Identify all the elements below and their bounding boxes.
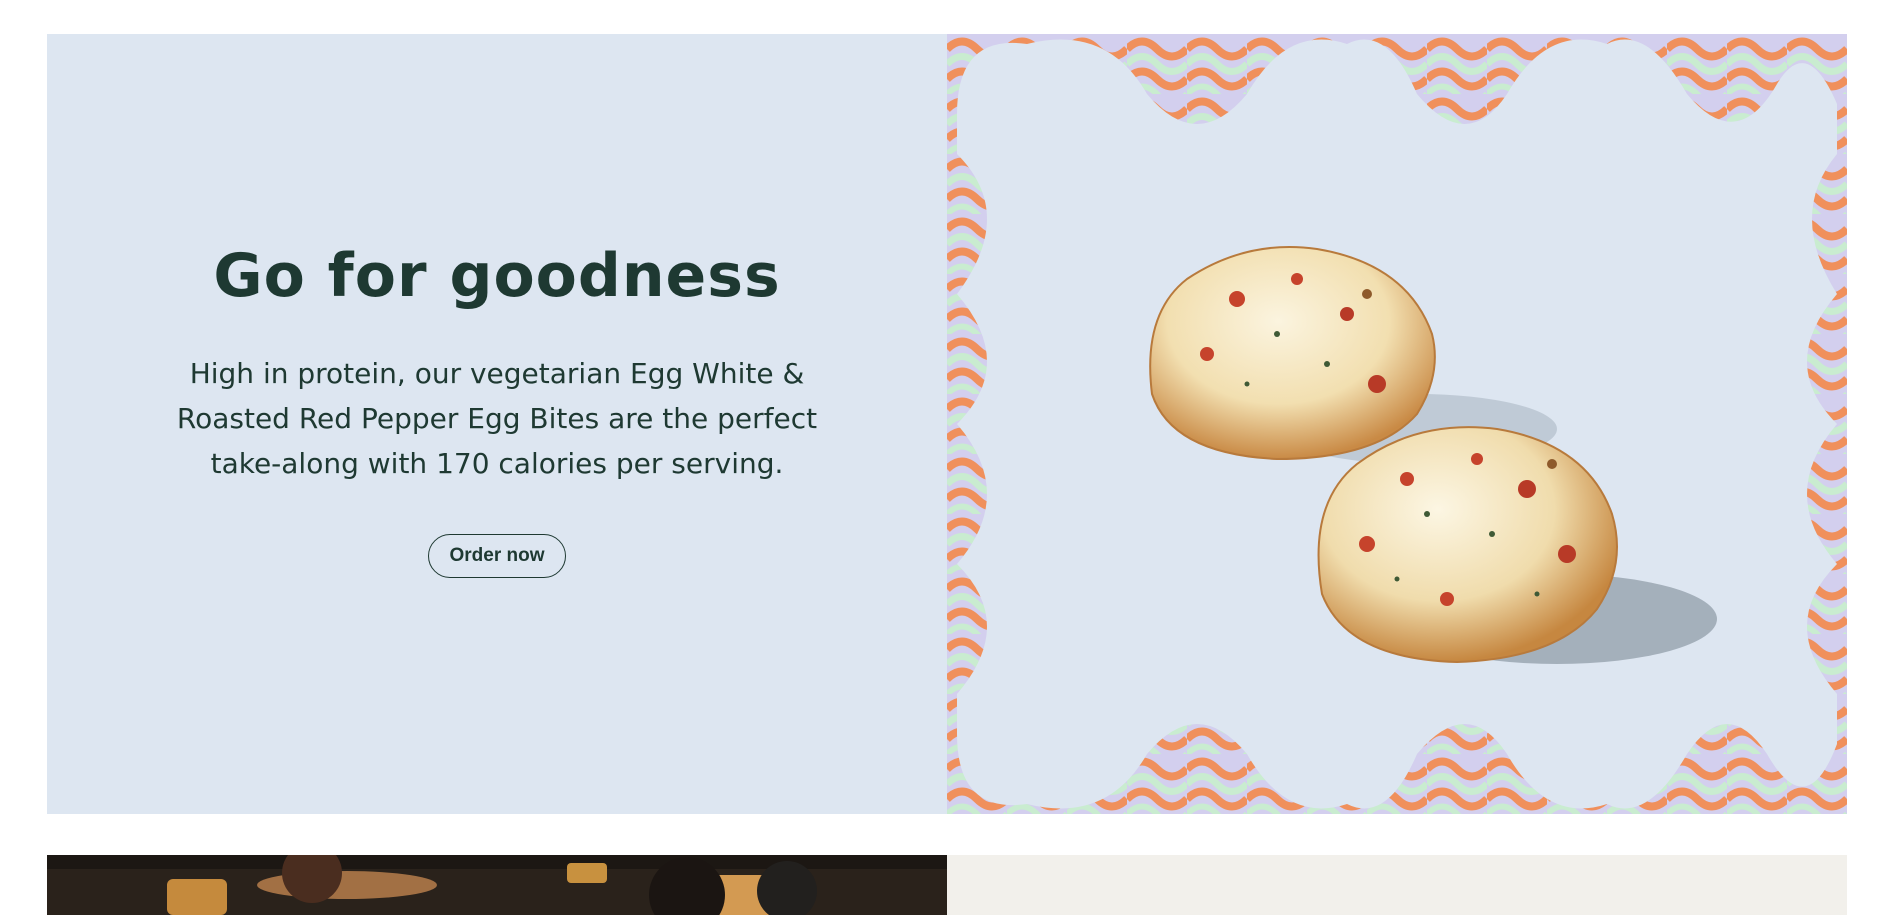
next-section-panel	[947, 855, 1847, 915]
hero-headline: Go for goodness	[213, 240, 781, 311]
egg-bite-front	[1317, 426, 1618, 664]
cafe-people-image	[47, 855, 947, 915]
egg-bites-illustration	[947, 34, 1847, 814]
hero-text-block: Go for goodness High in protein, our veg…	[47, 34, 947, 814]
hero-description: High in protein, our vegetarian Egg Whit…	[176, 356, 818, 480]
hero-section: Go for goodness High in protein, our veg…	[47, 34, 1847, 814]
egg-bite-back	[1149, 246, 1436, 461]
order-now-button[interactable]: Order now	[428, 533, 566, 578]
egg-bites-image	[947, 34, 1847, 814]
